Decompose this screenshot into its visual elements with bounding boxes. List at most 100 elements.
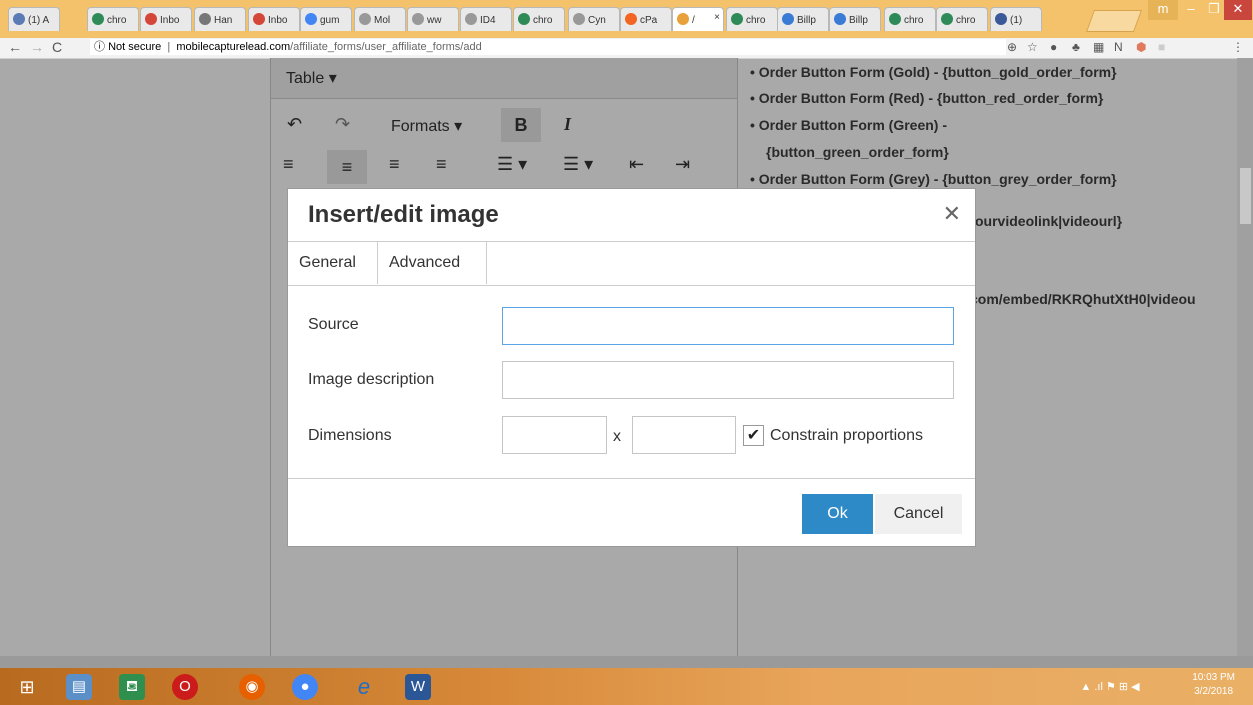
tab-title: Inbo — [160, 15, 180, 26]
tab-advanced[interactable]: Advanced — [378, 242, 487, 284]
store-icon[interactable]: ⛾ — [119, 674, 145, 700]
extension-gray-icon[interactable]: ■ — [1158, 40, 1165, 54]
browser-tab[interactable]: / × — [672, 7, 724, 31]
taskbar-clock[interactable]: 10:03 PM 3/2/2018 — [1192, 671, 1235, 699]
url-separator: | — [164, 41, 174, 53]
menu-icon[interactable]: ⋮ — [1232, 40, 1244, 54]
new-tab-button[interactable] — [1085, 10, 1143, 32]
extension-orange-icon[interactable]: ⬢ — [1136, 40, 1146, 54]
vertical-scrollbar[interactable] — [1237, 58, 1253, 656]
browser-tab[interactable]: chro — [936, 7, 988, 31]
tab-title: Han — [214, 15, 233, 26]
dimensions-x-label: x — [613, 428, 621, 445]
windows-taskbar: ⊞ ▤ ⛾ O ◉ ● e W ▲ .ıl ⚑ ⊞ ◀ 10:03 PM 3/2… — [0, 668, 1253, 705]
dialog-title: Insert/edit image — [308, 201, 499, 228]
chrome-icon[interactable]: ● — [292, 674, 318, 700]
align-right-icon[interactable]: ≡ — [389, 154, 400, 175]
system-tray-icons[interactable]: ▲ .ıl ⚑ ⊞ ◀ — [1070, 674, 1150, 700]
tab-title: chro — [533, 15, 553, 26]
bullet-list-icon[interactable]: ☰ ▾ — [497, 154, 527, 175]
window-close-icon[interactable]: ✕ — [1224, 0, 1252, 20]
file-explorer-icon[interactable]: ▤ — [66, 674, 92, 700]
tab-title: (1) — [1010, 15, 1023, 26]
image-icon — [199, 13, 211, 25]
tab-general[interactable]: General — [288, 242, 378, 284]
forward-icon[interactable]: → — [30, 39, 44, 55]
address-bar[interactable]: ⓘ Not secure | mobilecapturelead.com/aff… — [90, 39, 1006, 55]
info-icon[interactable]: ⓘ — [94, 41, 105, 53]
chrome-icon — [731, 13, 743, 25]
ok-button[interactable]: Ok — [802, 494, 873, 534]
browser-tab[interactable]: chro — [87, 7, 139, 31]
browser-tab[interactable]: Billp — [777, 7, 829, 31]
word-icon[interactable]: W — [405, 674, 431, 700]
browser-tab[interactable]: chro — [726, 7, 778, 31]
page-icon — [13, 13, 25, 25]
back-icon[interactable]: ← — [8, 39, 22, 55]
undo-icon[interactable]: ↶ — [287, 114, 302, 135]
vertical-scroll-thumb[interactable] — [1240, 168, 1251, 224]
height-input[interactable] — [632, 416, 736, 454]
opera-icon[interactable]: O — [172, 674, 198, 700]
browser-tab[interactable]: Billp — [829, 7, 881, 31]
browser-tab[interactable]: chro — [513, 7, 565, 31]
google-icon — [305, 13, 317, 25]
formats-dropdown[interactable]: Formats ▾ — [391, 116, 462, 136]
page-icon — [677, 13, 689, 25]
browser-tab[interactable]: Mol — [354, 7, 406, 31]
content-line: com/embed/RKRQhutXtH0|videou — [970, 291, 1196, 307]
reload-icon[interactable]: C — [52, 39, 62, 55]
indent-icon[interactable]: ⇥ — [675, 154, 690, 175]
constrain-checkbox[interactable]: ✔ — [743, 425, 764, 446]
width-input[interactable] — [502, 416, 607, 454]
close-icon[interactable]: ✕ — [943, 201, 961, 227]
minimize-icon[interactable]: – — [1180, 0, 1202, 20]
source-input[interactable] — [502, 307, 954, 345]
zoom-icon[interactable]: ⊕ — [1007, 40, 1017, 54]
browser-tab[interactable]: ID4 — [460, 7, 512, 31]
image-description-input[interactable] — [502, 361, 954, 399]
cancel-button[interactable]: Cancel — [875, 494, 962, 534]
star-icon[interactable]: ☆ — [1027, 40, 1038, 54]
security-label: Not secure — [108, 41, 162, 53]
start-windows-icon[interactable]: ⊞ — [14, 674, 40, 700]
browser-tab[interactable]: (1) — [990, 7, 1042, 31]
page-icon — [412, 13, 424, 25]
redo-icon[interactable]: ↷ — [335, 114, 350, 135]
browser-tab[interactable]: Cyn — [568, 7, 620, 31]
bold-icon[interactable]: B — [501, 108, 541, 142]
content-line: • Order Button Form (Grey) - {button_gre… — [750, 171, 1117, 187]
facebook-icon — [995, 13, 1007, 25]
align-left-icon[interactable]: ≡ — [283, 154, 294, 175]
extension-dark-icon[interactable]: ● — [1050, 40, 1057, 54]
align-center-icon[interactable]: ≡ — [327, 150, 367, 184]
outdent-icon[interactable]: ⇤ — [629, 154, 644, 175]
chrome-icon — [941, 13, 953, 25]
extension-grid-icon[interactable]: ▦ — [1093, 40, 1104, 54]
browser-tab[interactable]: Inbo — [140, 7, 192, 31]
internet-explorer-icon[interactable]: e — [351, 674, 377, 700]
browser-tab[interactable]: chro — [884, 7, 936, 31]
browser-tab[interactable]: Han — [194, 7, 246, 31]
extension-icon[interactable]: ♣ — [1072, 40, 1080, 54]
chrome-icon — [889, 13, 901, 25]
content-line: • Order Button Form (Green) - — [750, 117, 948, 133]
italic-icon[interactable]: I — [564, 114, 571, 135]
browser-tab[interactable]: ww — [407, 7, 459, 31]
maximize-icon[interactable]: ❐ — [1203, 0, 1225, 20]
browser-tab[interactable]: gum — [300, 7, 352, 31]
browser-tab[interactable]: Inbo — [248, 7, 300, 31]
url-path: /affiliate_forms/user_affiliate_forms/ad… — [290, 41, 482, 53]
profile-button[interactable]: m — [1148, 0, 1178, 20]
dialog-footer: Ok Cancel — [288, 478, 975, 547]
tab-close-icon[interactable]: × — [714, 12, 720, 23]
extension-n-icon[interactable]: N — [1114, 40, 1123, 54]
firefox-icon[interactable]: ◉ — [239, 674, 265, 700]
horizontal-scrollbar[interactable] — [0, 656, 1253, 668]
menu-table[interactable]: Table ▾ — [286, 68, 337, 88]
browser-tab[interactable]: cPa — [620, 7, 672, 31]
tab-title: ID4 — [480, 15, 496, 26]
numbered-list-icon[interactable]: ☰ ▾ — [563, 154, 593, 175]
browser-tab[interactable]: (1) A — [8, 7, 60, 31]
align-justify-icon[interactable]: ≡ — [436, 154, 447, 175]
